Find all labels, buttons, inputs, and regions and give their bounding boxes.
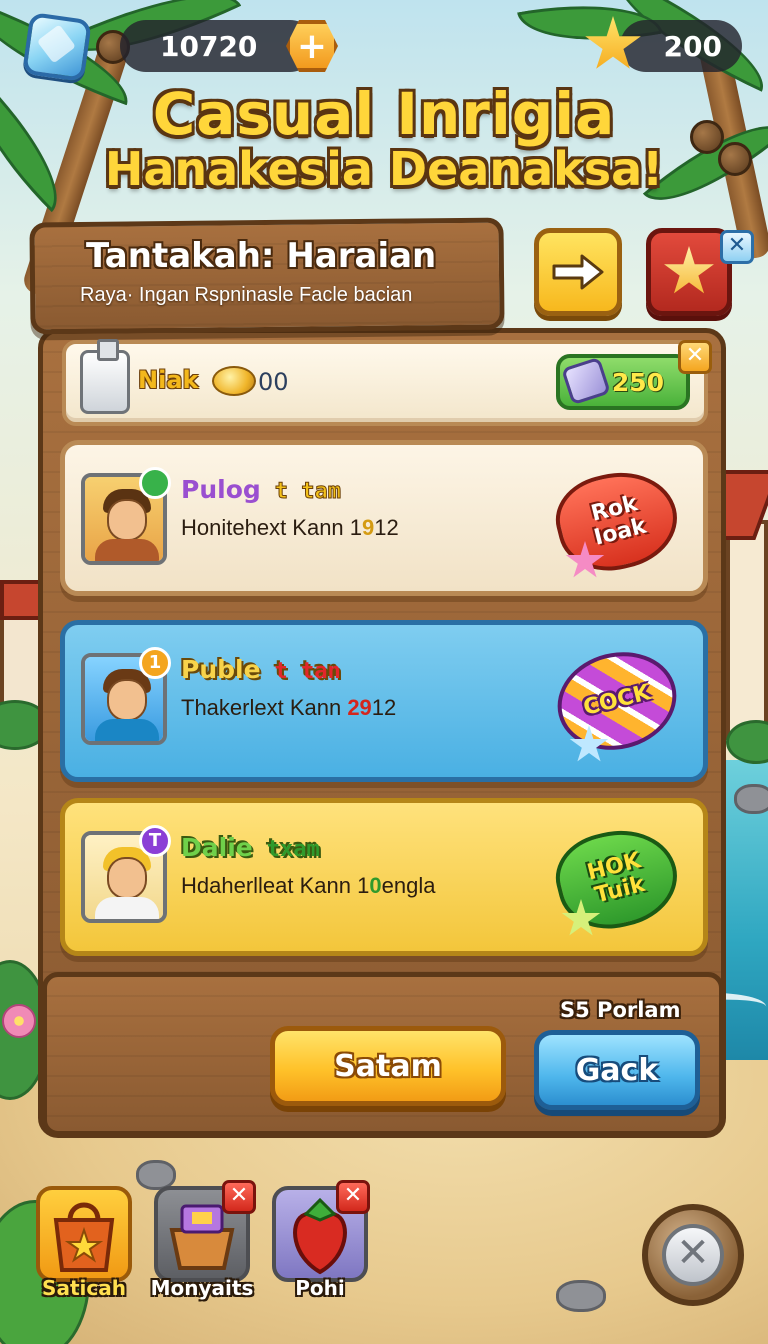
card-tag: t tan [274,659,341,684]
dock-label: Monyaits [150,1276,254,1300]
card-description: Hdaherlleat Kann 10engla [181,873,435,899]
dismiss-reward-button[interactable]: ✕ [678,340,712,374]
dock-item-gifts[interactable]: ✕ Monyaits [151,1180,256,1300]
close-menu-button[interactable]: ✕ [642,1204,744,1306]
level-badge: 1 [139,647,171,679]
reward-pill-value: 250 [611,367,664,397]
panel-subtitle: Raya· Ingan Rspninasle Facle bacian [80,284,413,306]
secondary-currency-display: 200 [620,20,742,72]
close-icon: ✕ [685,343,705,368]
card-description-highlight: 9 [362,515,375,540]
card-description-text: Honitehext Kann 1 [181,515,363,540]
rock [734,784,768,814]
card-title: Dalie txam [181,833,320,862]
bottle-icon [80,339,130,414]
game-subtitle: Hanakesia Deanaksa! [104,142,664,196]
star-icon [664,246,714,294]
gem-icon [21,11,93,83]
dock-label: Pohi [295,1276,345,1300]
back-button[interactable]: Gack [534,1030,700,1110]
primary-action-button[interactable]: Satam [270,1026,506,1106]
dock-item-shop[interactable]: Saticah [36,1186,132,1300]
card-name: Puble [181,655,261,684]
shopping-bag-icon [53,1202,115,1272]
card-description-highlight: 0 [369,873,382,898]
card-description-suffix: engla [381,873,436,898]
quest-card-1[interactable]: Pulog t tam Honitehext Kann 1912 Rok Ioak [60,440,708,596]
game-title: Casual Inrigia [152,80,616,148]
sticker-badge: Rok Ioak [547,459,687,583]
reward-amount: 00 [258,368,289,396]
close-panel-button[interactable]: ✕ [720,230,754,264]
card-tag: txam [266,837,320,862]
secondary-currency-value: 200 [663,29,722,63]
dock-tile [36,1186,132,1282]
card-description-text: Thakerlext Kann [181,695,348,720]
card-description-highlight: 29 [347,695,372,720]
dock-item-fruit[interactable]: ✕ Pohi [272,1180,370,1300]
quest-card-2[interactable]: 1 Puble t tan Thakerlext Kann 2912 COCK [60,620,708,782]
quest-card-3[interactable]: T Dalie txam Hdaherlleat Kann 10engla HOK… [60,798,708,956]
sticker-badge: COCK [547,639,687,763]
primary-currency-value: 10720 [160,29,258,63]
card-name: Pulog [181,475,261,504]
close-icon: ✕ [229,1183,249,1208]
rock [556,1280,606,1312]
close-icon: ✕ [727,233,747,258]
card-description-suffix: 12 [371,695,397,720]
card-description-suffix: 12 [374,515,399,540]
card-description-text: Hdaherlleat Kann 1 [181,873,370,898]
house-right [726,520,768,740]
level-badge: T [139,825,171,857]
card-tag: t tam [274,479,341,505]
card-description: Honitehext Kann 1912 [181,515,399,541]
dismiss-fruit-button[interactable]: ✕ [336,1180,370,1214]
flower [2,1004,36,1038]
close-icon: ✕ [343,1183,363,1208]
close-icon: ✕ [662,1224,724,1286]
dock-label: Saticah [42,1276,126,1300]
card-title: Pulog t tam [181,475,342,505]
next-button[interactable] [534,228,622,316]
arrow-right-icon [552,254,604,290]
coin-icon [212,366,256,396]
reward-label: Niak [138,366,199,394]
card-title: Puble t tan [181,655,341,684]
sticker-badge: HOK Tuik [547,817,687,941]
panel-title: Tantakah: Haraian [86,236,437,276]
timer-label: S5 Porlam [560,998,681,1022]
card-name: Dalie [181,833,253,862]
level-badge [139,467,171,499]
dismiss-gifts-button[interactable]: ✕ [222,1180,256,1214]
card-description: Thakerlext Kann 2912 [181,695,396,721]
